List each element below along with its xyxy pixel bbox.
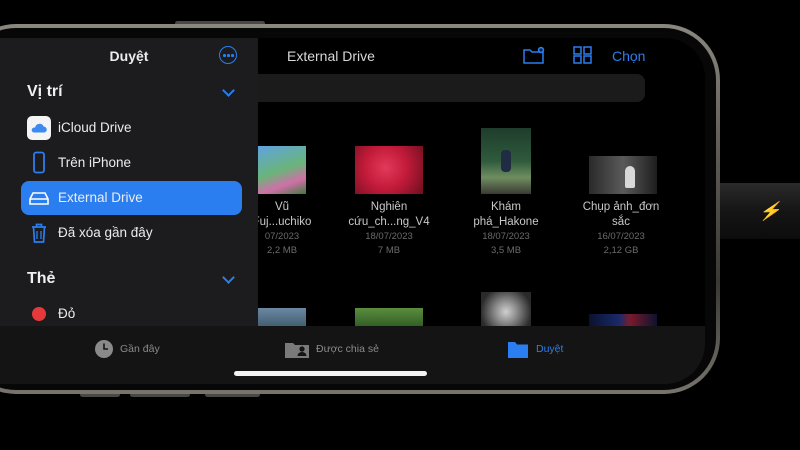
file-item[interactable]: Chụp ảnh_đơn sắc 16/07/2023 2,12 GB bbox=[571, 200, 671, 258]
file-date: 18/07/2023 bbox=[365, 231, 413, 242]
section-header-locations: Vị trí bbox=[27, 83, 63, 100]
sidebar-item-label: Trên iPhone bbox=[58, 155, 132, 170]
file-size: 3,5 MB bbox=[490, 245, 522, 256]
sidebar-item-on-iphone[interactable]: Trên iPhone bbox=[21, 146, 242, 180]
sidebar: Duyệt Vị trí iCloud Drive Trên iPhone Ex bbox=[0, 38, 258, 326]
tab-label: Được chia sẻ bbox=[316, 343, 379, 355]
file-name: Nghiên bbox=[370, 201, 408, 213]
sidebar-item-label: iCloud Drive bbox=[58, 120, 132, 135]
chevron-down-icon[interactable] bbox=[222, 84, 235, 97]
file-name: phá_Hakone bbox=[473, 216, 539, 228]
thunderbolt-icon: ⚡ bbox=[757, 201, 786, 221]
folder-icon bbox=[508, 342, 528, 358]
grid-view-icon[interactable] bbox=[572, 46, 594, 64]
file-name: sắc bbox=[612, 216, 630, 228]
sidebar-item-label: External Drive bbox=[58, 190, 143, 205]
tab-recents[interactable]: Gần đây bbox=[94, 339, 174, 361]
tab-label: Duyệt bbox=[536, 343, 564, 355]
home-indicator[interactable] bbox=[234, 371, 427, 376]
new-folder-icon[interactable] bbox=[523, 46, 545, 64]
search-field[interactable] bbox=[250, 74, 645, 102]
file-date: 16/07/2023 bbox=[597, 231, 645, 242]
clock-icon bbox=[95, 340, 113, 358]
section-header-tags: Thẻ bbox=[27, 270, 56, 287]
tab-browse[interactable]: Duyệt bbox=[507, 339, 577, 361]
file-thumbnail[interactable] bbox=[258, 308, 306, 328]
external-drive-icon bbox=[29, 192, 49, 205]
file-thumbnail[interactable] bbox=[355, 146, 423, 194]
sidebar-item-label: Đã xóa gần đây bbox=[58, 225, 153, 240]
tab-label: Gần đây bbox=[120, 343, 160, 355]
file-date: 18/07/2023 bbox=[482, 231, 530, 242]
sidebar-item-recently-deleted[interactable]: Đã xóa gần đây bbox=[21, 216, 242, 250]
file-thumbnail[interactable] bbox=[481, 292, 531, 328]
chevron-down-icon[interactable] bbox=[222, 271, 235, 284]
file-size: 2,12 GB bbox=[603, 245, 639, 256]
file-thumbnail[interactable] bbox=[481, 128, 531, 194]
file-thumbnail[interactable] bbox=[589, 156, 657, 194]
red-tag-dot-icon bbox=[32, 307, 46, 321]
file-name: cứu_ch...ng_V4 bbox=[348, 216, 430, 228]
shared-folder-icon bbox=[285, 343, 309, 358]
file-name: Chụp ảnh_đơn bbox=[582, 201, 660, 213]
iphone-icon bbox=[33, 151, 45, 174]
file-item[interactable]: Khám phá_Hakone 18/07/2023 3,5 MB bbox=[456, 200, 556, 258]
sidebar-item-label: Đỏ bbox=[58, 306, 76, 321]
icloud-icon bbox=[27, 116, 51, 140]
nav-title: External Drive bbox=[287, 48, 375, 64]
file-thumbnail[interactable] bbox=[258, 146, 306, 194]
screen: External Drive Chọn Vũ Fuj...uchiko 07/2… bbox=[0, 38, 705, 384]
select-button[interactable]: Chọn bbox=[612, 48, 645, 64]
file-size: 7 MB bbox=[377, 245, 401, 256]
more-options-icon[interactable] bbox=[219, 46, 237, 64]
file-item[interactable]: Nghiên cứu_ch...ng_V4 18/07/2023 7 MB bbox=[339, 200, 439, 258]
thunderbolt-cable: ⚡ bbox=[712, 183, 800, 239]
sidebar-item-external-drive[interactable]: External Drive bbox=[21, 181, 242, 215]
file-thumbnail[interactable] bbox=[355, 308, 423, 328]
file-name: Khám bbox=[490, 201, 522, 213]
tab-shared[interactable]: Được chia sẻ bbox=[284, 339, 394, 361]
trash-icon bbox=[32, 223, 46, 243]
sidebar-item-icloud-drive[interactable]: iCloud Drive bbox=[21, 111, 242, 145]
